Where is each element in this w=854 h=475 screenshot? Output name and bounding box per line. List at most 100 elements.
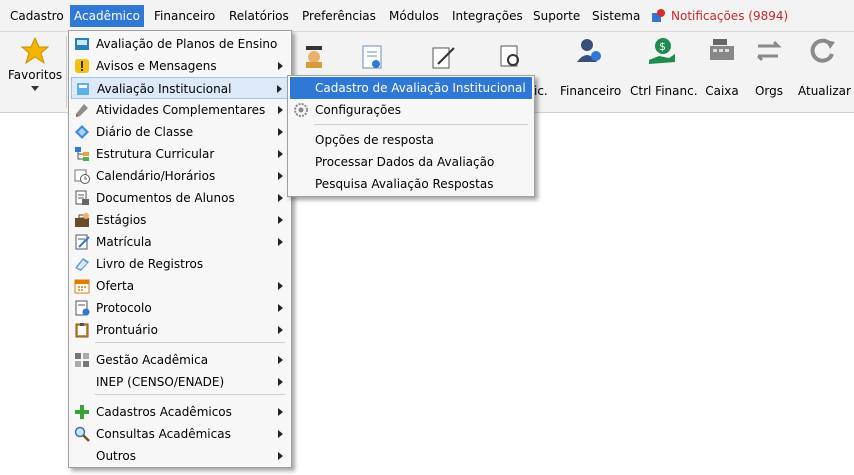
plan-evaluation-icon — [75, 38, 89, 50]
class-diary-icon — [75, 125, 89, 139]
submenu-opcoes-resposta[interactable]: Opções de resposta — [290, 129, 532, 151]
menu-item-atividades-complementares[interactable]: Atividades Complementares — [71, 99, 289, 121]
submenu-pesquisa-respostas[interactable]: Pesquisa Avaliação Respostas — [290, 173, 532, 195]
caixa-button[interactable]: Caixa — [703, 36, 741, 98]
cash-register-icon — [710, 39, 734, 60]
menu-item-documentos-alunos[interactable]: Documentos de Alunos — [71, 187, 289, 209]
menu-separator — [95, 394, 285, 395]
submenu-arrow-icon — [278, 304, 283, 312]
avaliacao-institucional-submenu: Cadastro de Avaliação Institucional Conf… — [287, 75, 535, 197]
svg-text:$: $ — [659, 40, 666, 53]
menu-item-calendario-horarios[interactable]: Calendário/Horários — [71, 165, 289, 187]
document-edit-icon[interactable] — [430, 44, 456, 70]
menu-financeiro[interactable]: Financeiro — [150, 5, 219, 27]
notifications-label[interactable]: Notificações (9894) — [667, 5, 792, 27]
document-check-icon[interactable] — [360, 44, 384, 70]
menu-item-matricula[interactable]: Matrícula — [71, 231, 289, 253]
menu-item-label: Diário de Classe — [96, 125, 194, 139]
menu-item-consultas-academicas[interactable]: Consultas Acadêmicas — [71, 423, 289, 445]
menu-modulos[interactable]: Módulos — [385, 5, 443, 27]
submenu-arrow-icon — [278, 150, 283, 158]
menu-relatorios[interactable]: Relatórios — [225, 5, 293, 27]
submenu-arrow-icon — [278, 194, 283, 202]
menu-suporte[interactable]: Suporte — [529, 5, 584, 27]
submenu-arrow-icon — [278, 326, 283, 334]
ctrl-financ-button[interactable]: $ Ctrl Financ. — [630, 36, 698, 98]
curriculum-structure-icon — [75, 147, 89, 161]
menu-item-label: Avisos e Mensagens — [96, 59, 217, 73]
menu-bar: Cadastro Acadêmico Financeiro Relatórios… — [0, 0, 854, 32]
menu-item-label: Protocolo — [96, 301, 152, 315]
graduate-icon[interactable] — [302, 44, 326, 68]
toolbar-divider — [66, 36, 67, 108]
menu-item-label: Cadastros Acadêmicos — [96, 405, 232, 419]
submenu-arrow-icon — [278, 452, 283, 460]
favoritos-button[interactable]: Favoritos — [8, 36, 62, 91]
chevron-down-icon[interactable] — [31, 86, 39, 91]
menu-item-label: Outros — [96, 449, 137, 463]
menu-item-label: INEP (CENSO/ENADE) — [96, 375, 225, 389]
menu-item-estagios[interactable]: Estágios — [71, 209, 289, 231]
menu-item-inep-censo-enade[interactable]: INEP (CENSO/ENADE) — [71, 371, 289, 393]
submenu-separator — [314, 124, 528, 125]
submenu-processar-dados[interactable]: Processar Dados da Avaliação — [290, 151, 532, 173]
institutional-evaluation-icon — [77, 83, 89, 95]
atualizar-button[interactable]: Atualizar — [798, 36, 851, 98]
submenu-arrow-icon — [278, 238, 283, 246]
record-clipboard-icon — [75, 323, 89, 338]
menu-item-label: Documentos de Alunos — [96, 191, 235, 205]
menu-item-livro-registros[interactable]: Livro de Registros — [71, 253, 289, 275]
internship-icon — [75, 213, 89, 227]
notification-icon[interactable] — [651, 9, 665, 23]
menu-item-label: Prontuário — [96, 323, 158, 337]
menu-item-label: Estágios — [96, 213, 147, 227]
submenu-cadastro-avaliacao[interactable]: Cadastro de Avaliação Institucional — [290, 77, 532, 99]
menu-sistema[interactable]: Sistema — [588, 5, 644, 27]
menu-item-estrutura-curricular[interactable]: Estrutura Curricular — [71, 143, 289, 165]
student-documents-icon — [75, 190, 89, 205]
menu-cadastro[interactable]: Cadastro — [6, 5, 68, 27]
academico-dropdown: Avaliação de Planos de Ensino Avisos e Me… — [68, 30, 292, 468]
partial-toolbar-label[interactable]: ic. — [534, 84, 548, 98]
refresh-icon — [810, 38, 835, 63]
menu-integracoes[interactable]: Integrações — [448, 5, 527, 27]
menu-item-diario-classe[interactable]: Diário de Classe — [71, 121, 289, 143]
menu-item-label: Livro de Registros — [96, 257, 204, 271]
submenu-arrow-icon — [278, 430, 283, 438]
hand-money-icon: $ — [649, 38, 675, 64]
menu-item-protocolo[interactable]: Protocolo — [71, 297, 289, 319]
menu-item-cadastros-academicos[interactable]: Cadastros Acadêmicos — [71, 401, 289, 423]
swap-arrows-icon — [756, 40, 782, 62]
menu-item-label: Matrícula — [96, 235, 152, 249]
gear-icon — [294, 103, 308, 117]
menu-item-label: Avaliação de Planos de Ensino — [96, 37, 278, 51]
menu-item-prontuario[interactable]: Prontuário — [71, 319, 289, 341]
orgs-button[interactable]: Orgs — [752, 36, 786, 98]
submenu-configuracoes[interactable]: Configurações — [290, 99, 532, 121]
menu-item-outros[interactable]: Outros — [71, 445, 289, 467]
submenu-arrow-icon — [278, 106, 283, 114]
record-book-icon — [75, 258, 89, 271]
submenu-arrow-icon — [278, 216, 283, 224]
plus-icon — [75, 405, 89, 419]
protocol-icon — [75, 300, 90, 316]
magnifier-icon — [74, 426, 90, 442]
menu-academico[interactable]: Acadêmico — [70, 5, 144, 27]
submenu-arrow-icon — [278, 356, 283, 364]
financeiro-button[interactable]: Financeiro — [560, 36, 621, 98]
menu-item-plan-evaluation[interactable]: Avaliação de Planos de Ensino — [71, 33, 289, 55]
document-search-icon[interactable] — [498, 44, 524, 70]
menu-item-gestao-academica[interactable]: Gestão Acadêmica — [71, 349, 289, 371]
menu-item-avisos-mensagens[interactable]: Avisos e Mensagens — [71, 55, 289, 77]
offer-calendar-icon — [74, 279, 90, 294]
submenu-arrow-icon — [278, 128, 283, 136]
activities-icon — [76, 104, 88, 117]
menu-item-label: Atividades Complementares — [96, 103, 266, 117]
menu-preferencias[interactable]: Preferências — [298, 5, 380, 27]
menu-item-oferta[interactable]: Oferta — [71, 275, 289, 297]
submenu-arrow-icon — [277, 85, 282, 93]
menu-item-label: Oferta — [96, 279, 135, 293]
menu-item-avaliacao-institucional[interactable]: Avaliação Institucional — [71, 77, 289, 99]
person-money-icon — [577, 39, 601, 62]
warning-icon — [75, 59, 89, 73]
